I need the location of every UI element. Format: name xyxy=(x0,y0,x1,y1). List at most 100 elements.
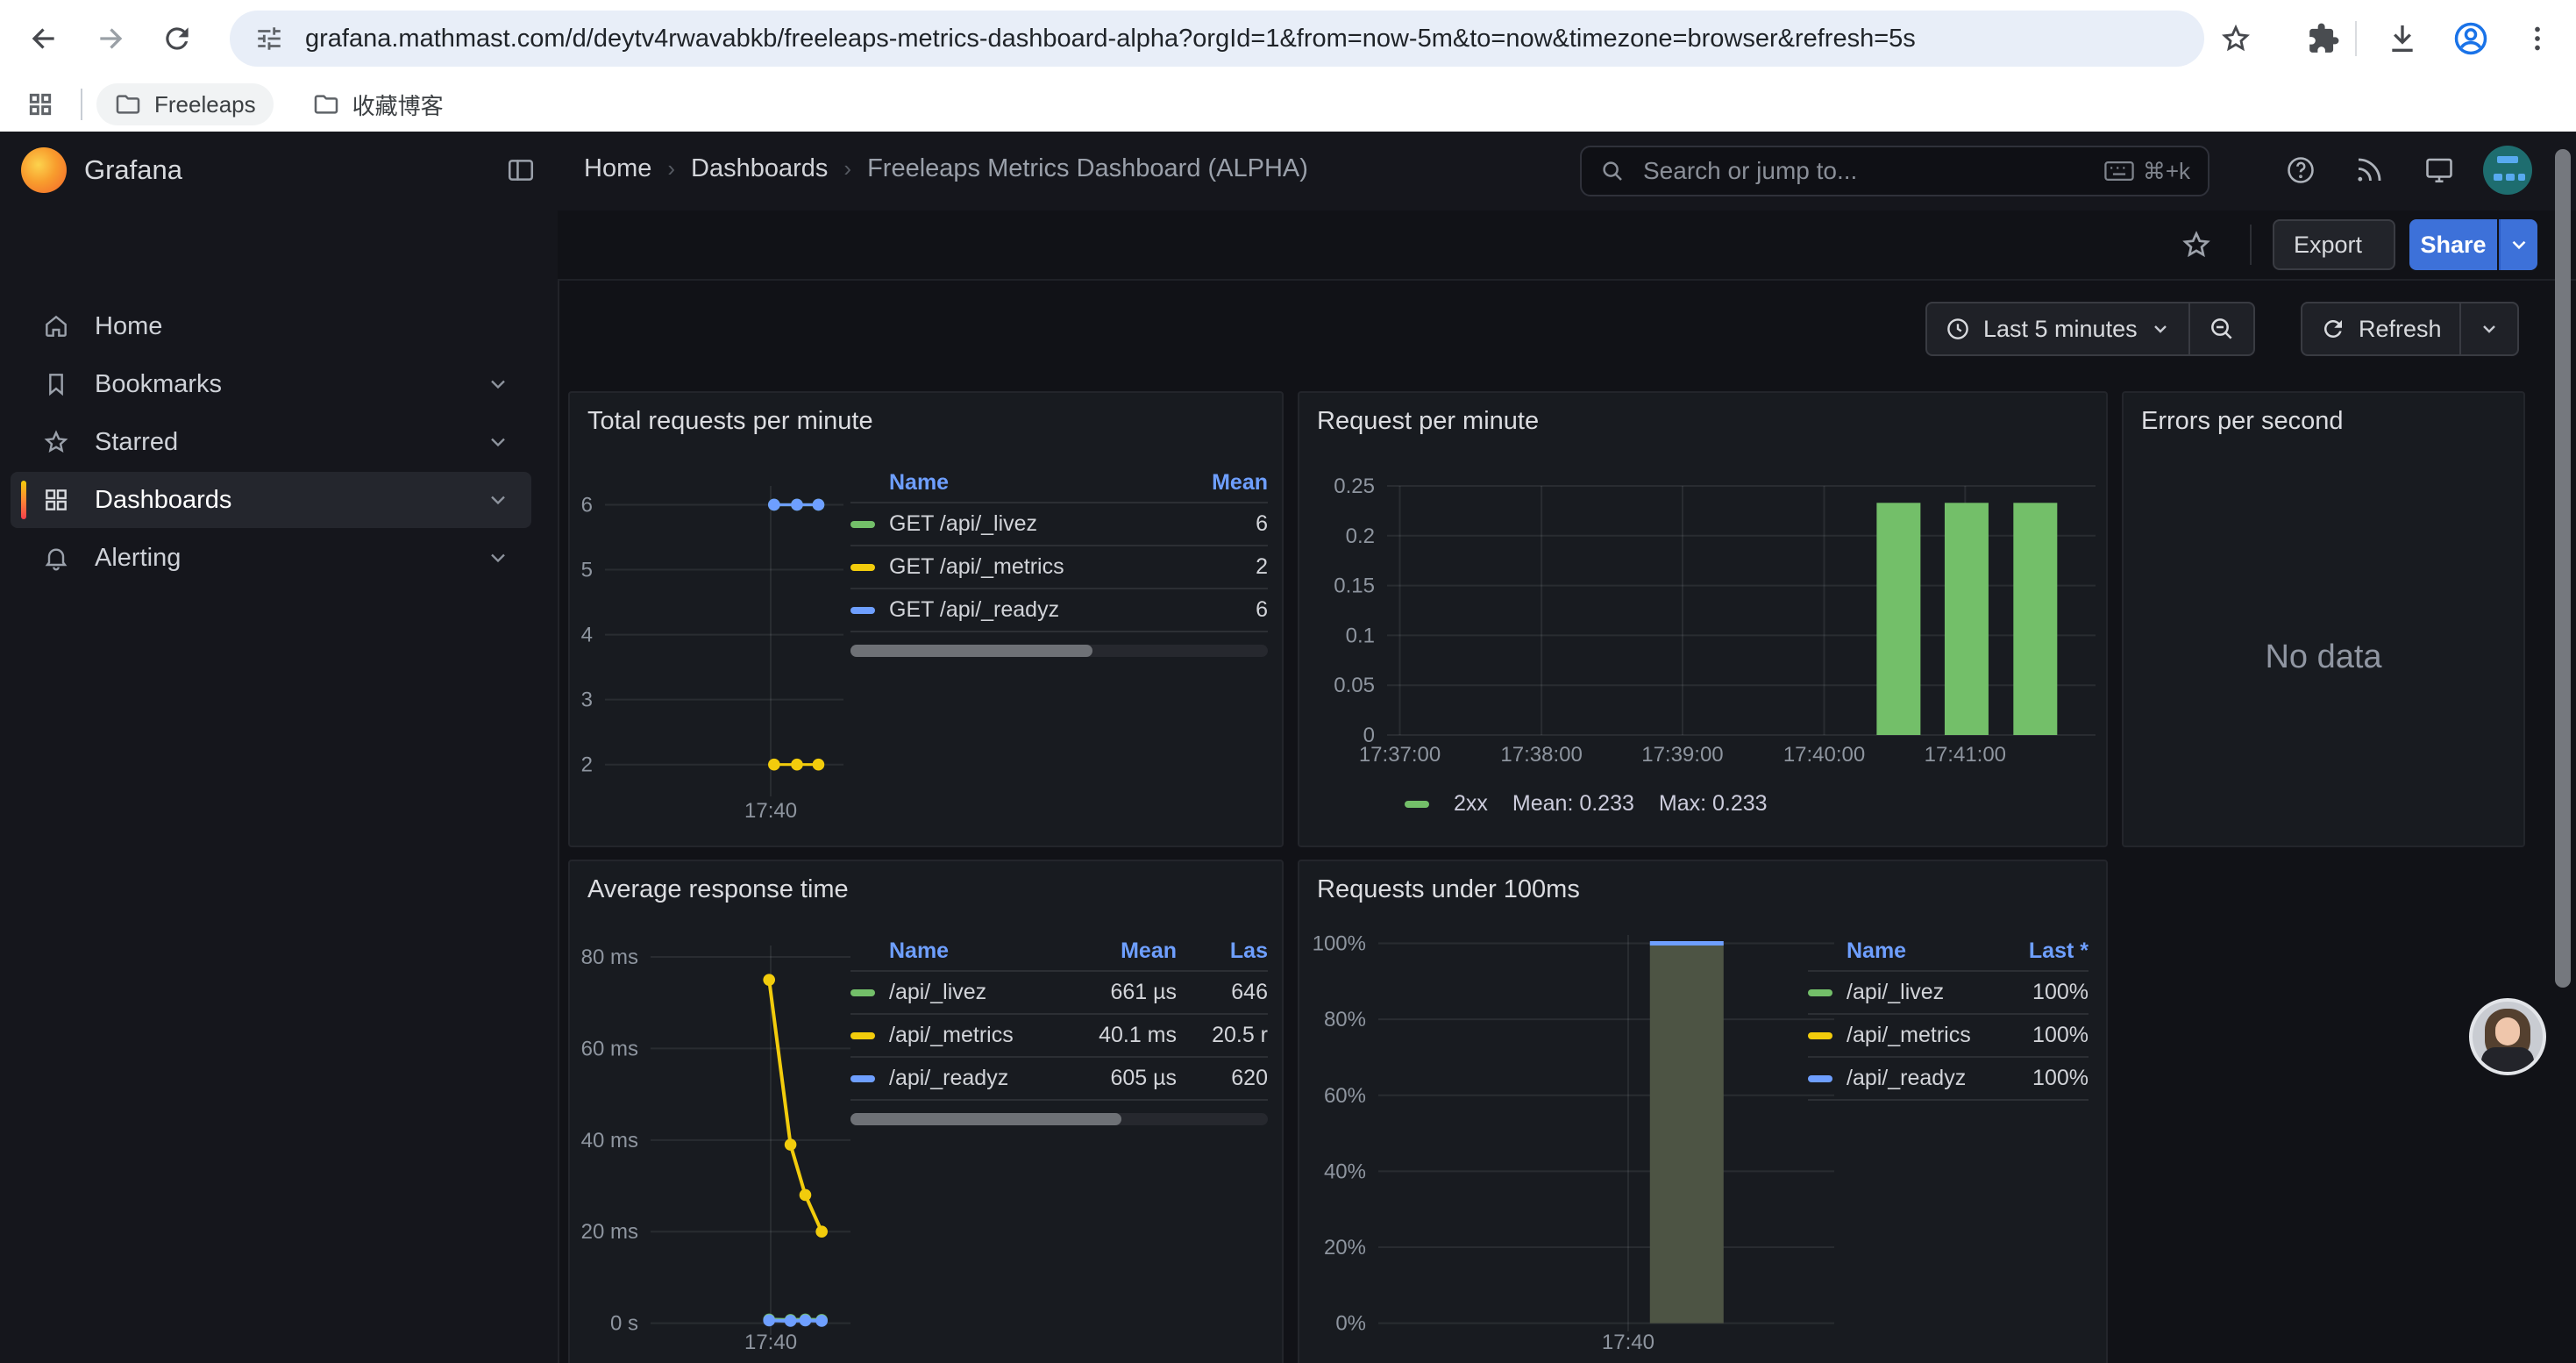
forward-button[interactable] xyxy=(84,12,137,65)
legend-item[interactable]: /api/_livez xyxy=(889,980,1068,1005)
dock-menu-button[interactable] xyxy=(505,154,537,186)
sidebar-item-bookmarks[interactable]: Bookmarks xyxy=(11,356,531,412)
legend-item[interactable]: /api/_readyz xyxy=(889,1066,1068,1091)
reload-button[interactable] xyxy=(151,12,203,65)
legend-item[interactable]: GET /api/_metrics xyxy=(889,554,1191,580)
legend-series-label[interactable]: 2xx xyxy=(1454,791,1488,817)
table-header[interactable]: Last * xyxy=(1994,938,2089,964)
news-button[interactable] xyxy=(2353,154,2385,186)
table-header[interactable]: Name xyxy=(1847,938,1994,964)
search-input[interactable] xyxy=(1640,155,2104,187)
apps-shortcut-button[interactable] xyxy=(14,78,67,131)
table-value: 20.5 r xyxy=(1177,1023,1268,1048)
breadcrumb-home[interactable]: Home xyxy=(584,154,651,183)
site-settings-icon[interactable] xyxy=(254,24,284,54)
export-button[interactable]: Export xyxy=(2273,219,2395,270)
svg-text:17:40: 17:40 xyxy=(744,799,797,823)
page-scrollbar[interactable] xyxy=(2555,132,2571,1363)
bell-icon xyxy=(42,544,70,572)
legend-item[interactable]: GET /api/_readyz xyxy=(889,597,1191,623)
help-button[interactable] xyxy=(2285,154,2316,186)
svg-text:17:41:00: 17:41:00 xyxy=(1925,743,2006,767)
table-header[interactable]: Name xyxy=(889,938,1068,964)
sidebar-item-alerting[interactable]: Alerting xyxy=(11,530,531,586)
sidebar-item-starred[interactable]: Starred xyxy=(11,414,531,470)
legend-item[interactable]: /api/_readyz xyxy=(1847,1066,1994,1091)
floating-assistant-avatar[interactable] xyxy=(2469,998,2546,1075)
legend-item[interactable]: /api/_metrics xyxy=(1847,1023,1994,1048)
panel-title[interactable]: Errors per second xyxy=(2141,407,2344,436)
extensions-puzzle-icon xyxy=(2307,22,2340,55)
breadcrumb-dashboards[interactable]: Dashboards xyxy=(691,154,828,183)
help-icon xyxy=(2285,154,2316,186)
star-dashboard-button[interactable] xyxy=(2180,228,2213,261)
table-row: /api/_readyz605 µs620 xyxy=(850,1056,1268,1099)
share-button[interactable]: Share xyxy=(2409,219,2497,270)
browser-toolbar xyxy=(0,0,2576,77)
back-button[interactable] xyxy=(18,12,70,65)
chart-legend: 2xx Mean: 0.233 Max: 0.233 xyxy=(1405,791,1768,817)
forward-icon xyxy=(93,21,128,56)
user-avatar[interactable] xyxy=(2483,146,2532,195)
table-value: 2 xyxy=(1191,554,1268,580)
browser-menu-button[interactable] xyxy=(2511,12,2564,65)
svg-text:3: 3 xyxy=(581,689,593,712)
scrollbar-thumb[interactable] xyxy=(2555,149,2571,988)
refresh-controls: Refresh xyxy=(2301,302,2519,356)
table-header[interactable]: Las xyxy=(1177,938,1268,964)
time-range-picker[interactable]: Last 5 minutes xyxy=(1927,303,2188,354)
bookmark-icon xyxy=(42,370,70,398)
home-icon xyxy=(42,312,70,340)
downloads-button[interactable] xyxy=(2376,12,2429,65)
extensions-button[interactable] xyxy=(2297,12,2350,65)
bookmark-folder-freeleaps[interactable]: Freeleaps xyxy=(96,83,274,125)
table-scrollbar[interactable] xyxy=(850,1113,1268,1125)
table-header[interactable]: Mean xyxy=(1191,470,1268,496)
address-bar[interactable] xyxy=(230,11,2204,67)
chevron-down-icon[interactable] xyxy=(486,430,510,454)
table-row: /api/_livez661 µs646 xyxy=(850,970,1268,1013)
svg-text:100%: 100% xyxy=(1313,932,1366,956)
table-value: 620 xyxy=(1177,1066,1268,1091)
sidebar-item-dashboards[interactable]: Dashboards xyxy=(11,472,531,528)
table-scrollbar[interactable] xyxy=(850,645,1268,657)
table-header[interactable]: Mean xyxy=(1068,938,1177,964)
url-input[interactable] xyxy=(302,23,2180,55)
table-header[interactable]: Name xyxy=(889,470,1191,496)
svg-text:17:40: 17:40 xyxy=(744,1331,797,1354)
monitor-icon xyxy=(2423,154,2455,186)
legend-item[interactable]: GET /api/_livez xyxy=(889,511,1191,537)
chevron-down-icon[interactable] xyxy=(486,372,510,396)
refresh-interval-button[interactable] xyxy=(2461,303,2517,354)
apps-grid-icon xyxy=(26,90,54,118)
profile-button[interactable] xyxy=(2444,12,2497,65)
legend-item[interactable]: /api/_livez xyxy=(1847,980,1994,1005)
search-box[interactable]: ⌘+k xyxy=(1580,146,2210,196)
chevron-down-icon[interactable] xyxy=(486,488,510,512)
chevron-down-icon[interactable] xyxy=(486,546,510,570)
panel-requests-under-100ms: Requests under 100ms 100%80%60%40%20%0%1… xyxy=(1298,860,2108,1363)
grafana-brand[interactable]: Grafana xyxy=(84,154,182,186)
display-button[interactable] xyxy=(2423,154,2455,186)
profile-icon xyxy=(2451,19,2490,58)
svg-text:60 ms: 60 ms xyxy=(581,1037,638,1060)
table-row: /api/_livez100% xyxy=(1808,970,2089,1013)
share-menu-button[interactable] xyxy=(2499,219,2537,270)
grafana-logo-icon[interactable] xyxy=(21,147,67,193)
chart-request-per-minute[interactable]: 0.250.20.150.10.05017:37:0017:38:0017:39… xyxy=(1299,393,2110,849)
back-icon xyxy=(26,21,61,56)
kebab-menu-icon xyxy=(2522,23,2553,54)
svg-text:20 ms: 20 ms xyxy=(581,1220,638,1244)
download-icon xyxy=(2385,21,2420,56)
folder-icon xyxy=(114,90,142,118)
bookmark-page-button[interactable] xyxy=(2210,12,2262,65)
legend-item[interactable]: /api/_metrics xyxy=(889,1023,1068,1048)
zoom-out-button[interactable] xyxy=(2190,303,2253,354)
breadcrumb-separator: › xyxy=(667,155,675,182)
bookmark-folder-blogs[interactable]: 收藏博客 xyxy=(295,82,461,128)
sidebar-item-label: Bookmarks xyxy=(95,370,222,399)
sidebar-item-label: Dashboards xyxy=(95,486,231,515)
refresh-button[interactable]: Refresh xyxy=(2302,303,2459,354)
sidebar-item-home[interactable]: Home xyxy=(11,298,531,354)
chevron-down-icon xyxy=(2150,318,2171,339)
